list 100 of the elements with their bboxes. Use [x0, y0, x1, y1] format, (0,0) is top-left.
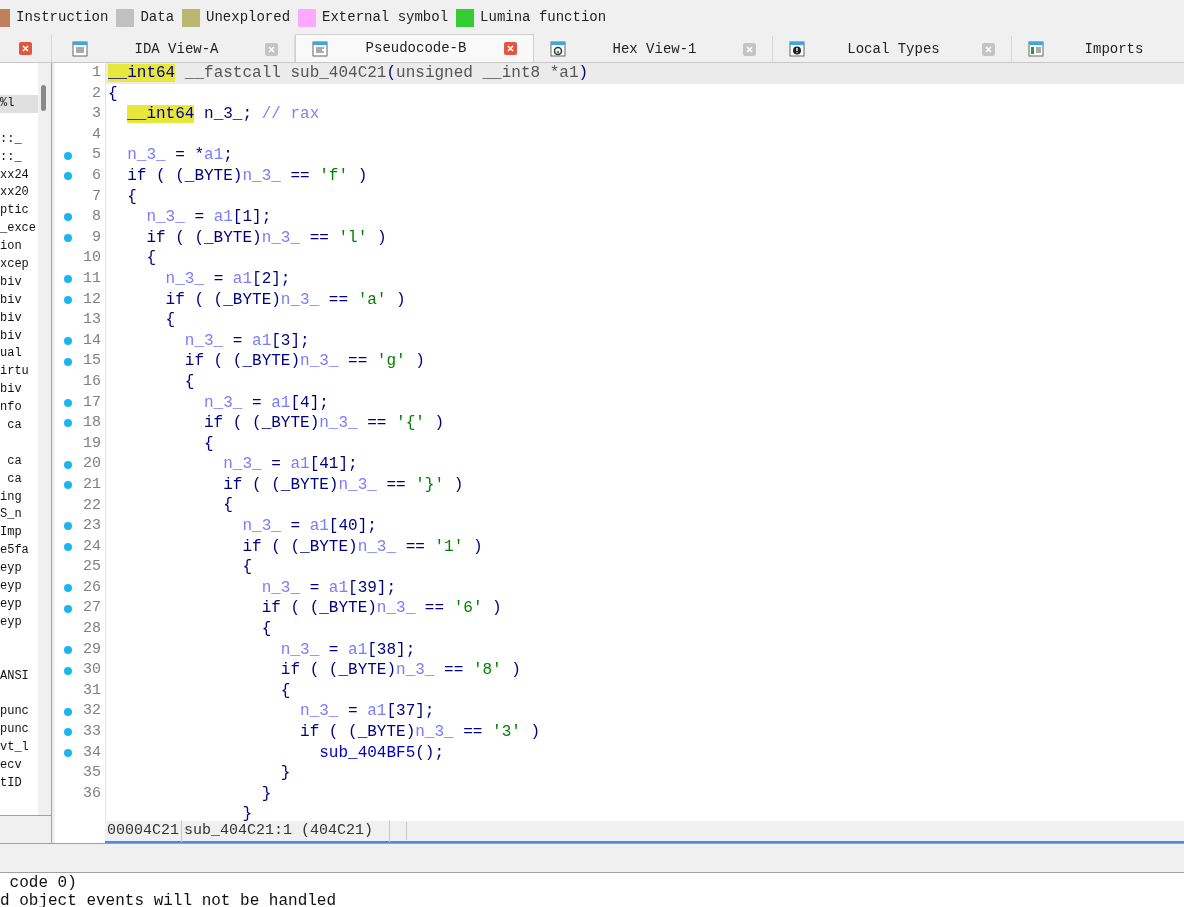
code-line: n_3_ = a1[3]; [183, 330, 311, 352]
list-item[interactable]: ion [0, 238, 38, 256]
code-line: { [183, 371, 196, 393]
line-number: 34 [83, 742, 101, 763]
line-number: 7 [92, 186, 101, 207]
list-item[interactable]: biv [0, 309, 38, 328]
line-number: 12 [83, 289, 101, 310]
line-number: 9 [92, 227, 101, 248]
close-icon[interactable] [265, 42, 278, 56]
line-number: 10 [83, 248, 101, 269]
line-number: 3 [92, 104, 101, 125]
list-item[interactable]: xx24 [0, 166, 38, 185]
legend-label: Instruction [16, 8, 109, 27]
code-line: { [145, 248, 157, 269]
line-number: 24 [83, 536, 101, 557]
code-line: if ( (_BYTE)n_3_ == 'g' ) [183, 351, 426, 372]
code-line: { [107, 83, 119, 105]
list-item[interactable]: eyp [0, 613, 38, 632]
close-icon[interactable] [19, 42, 32, 55]
list-item[interactable]: biv [0, 273, 38, 292]
line-number: 26 [83, 577, 101, 598]
list-item[interactable]: xx20 [0, 184, 38, 203]
list-item[interactable]: ca [0, 417, 38, 435]
line-number: 27 [83, 598, 101, 619]
code-line: { [279, 680, 292, 702]
line-number: 21 [83, 474, 101, 495]
code-line: n_3_ = a1[1]; [145, 207, 273, 228]
line-number: 25 [83, 557, 101, 578]
line-number: 32 [83, 701, 101, 722]
line-number: 22 [83, 495, 101, 516]
list-item[interactable]: xcep [0, 256, 38, 274]
list-item[interactable]: ca [0, 452, 38, 471]
code-line: if ( (_BYTE)n_3_ == 'l' ) [145, 227, 388, 249]
line-number: 6 [92, 166, 101, 186]
line-number: 16 [83, 371, 101, 392]
line-number: 14 [83, 330, 101, 351]
code-line: __int64 n_3_; // rax [126, 104, 321, 125]
line-number: 33 [83, 722, 101, 743]
list-item[interactable]: ecv [0, 756, 38, 775]
line-number: 19 [83, 433, 101, 454]
line-number: 11 [83, 269, 101, 289]
code-line: n_3_ = a1[39]; [260, 577, 398, 599]
exclamation-window-icon [789, 41, 805, 57]
list-item[interactable]: S_n [0, 506, 38, 525]
list-item[interactable]: vt_l [0, 739, 38, 757]
list-item[interactable]: eyp [0, 578, 38, 596]
code-line: n_3_ = a1[40]; [241, 516, 378, 537]
line-number: 36 [83, 783, 101, 804]
list-item[interactable]: biv [0, 381, 38, 400]
list-item[interactable]: Imp [0, 524, 38, 543]
line-number: 1 [92, 63, 101, 84]
code-line: if ( (_BYTE)n_3_ == '3' ) [299, 722, 542, 743]
list-window-icon [72, 41, 88, 57]
list-item[interactable]: punc [0, 721, 38, 740]
list-item[interactable]: _exce [0, 220, 38, 239]
eye-window-icon [550, 41, 566, 57]
legend-label: Lumina function [480, 8, 607, 27]
list-item[interactable]: nfo [0, 399, 38, 418]
list-item[interactable]: ::_ [0, 130, 38, 149]
list-item[interactable]: eyp [0, 560, 38, 579]
code-line: } [260, 783, 273, 805]
line-number: 30 [83, 660, 101, 681]
close-icon[interactable] [743, 42, 756, 56]
legend-label: Unexplored [206, 8, 291, 27]
list-item[interactable]: irtu [0, 363, 38, 382]
code-line: if ( (_BYTE)n_3_ == '{' ) [203, 413, 446, 434]
code-line: n_3_ = a1[4]; [203, 392, 330, 414]
list-item[interactable]: ::_ [0, 148, 38, 167]
close-icon[interactable] [504, 42, 517, 55]
code-line: if ( (_BYTE)n_3_ == '1' ) [241, 536, 484, 558]
line-number: 20 [83, 454, 101, 475]
code-line: { [260, 619, 273, 640]
scrollbar-thumb[interactable] [41, 85, 46, 111]
list-item[interactable]: ptic [0, 202, 38, 221]
list-window-icon [1028, 41, 1044, 57]
list-item[interactable]: ing [0, 488, 38, 507]
code-line: { [203, 433, 215, 455]
code-line: n_3_ = a1[2]; [164, 268, 292, 290]
code-line: if ( (_BYTE)n_3_ == '}' ) [222, 474, 465, 496]
line-number: 2 [92, 83, 101, 104]
list-item[interactable]: ual [0, 345, 38, 364]
list-item[interactable]: e5fa [0, 542, 38, 561]
tab[interactable]: Pseudocode-B [295, 34, 534, 62]
list-item[interactable]: ca [0, 470, 38, 489]
list-item[interactable]: biv [0, 291, 38, 310]
list-item[interactable]: biv [0, 327, 38, 346]
line-number: 5 [92, 145, 101, 166]
close-icon[interactable] [982, 42, 995, 56]
code-line: { [222, 495, 234, 517]
list-item[interactable]: eyp [0, 595, 38, 614]
line-number: 13 [83, 310, 101, 331]
code-line: sub_404BF5(); [318, 742, 446, 764]
code-line: n_3_ = a1[38]; [279, 639, 417, 661]
list-item[interactable]: ANSI [0, 667, 38, 686]
list-item[interactable]: tID [0, 774, 38, 793]
code-line: { [126, 186, 138, 208]
list-item[interactable]: punc [0, 703, 38, 722]
list-window-icon [312, 40, 328, 57]
status-address: 00004C21 [105, 819, 182, 843]
line-number: 8 [92, 207, 101, 228]
